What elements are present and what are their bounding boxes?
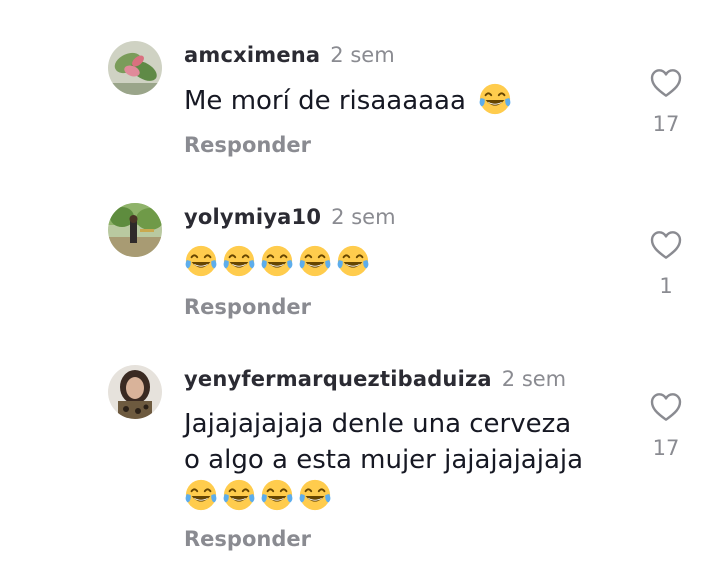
comment-text: Me morí de risaaaaaa [184,82,634,119]
avatar[interactable] [108,41,162,95]
face-with-tears-of-joy-icon [260,244,294,278]
comment-text-content: Me morí de risaaaaaa [184,86,466,116]
face-with-tears-of-joy-icon [336,244,370,278]
comment-text [184,244,634,281]
avatar[interactable] [108,365,162,419]
timestamp: 2 sem [331,205,396,229]
face-with-tears-of-joy-icon [184,478,218,512]
face-with-tears-of-joy-icon [222,478,256,512]
like-control: 17 [640,68,692,136]
like-count: 17 [652,436,680,460]
heart-outline-icon[interactable] [650,230,682,260]
like-count: 1 [659,274,673,298]
avatar[interactable] [108,203,162,257]
face-with-tears-of-joy-icon [260,478,294,512]
username[interactable]: amcximena [184,43,320,67]
like-count: 17 [652,112,680,136]
emoji-row [184,478,634,515]
face-with-tears-of-joy-icon [298,478,332,512]
comment-text-line: Jajajajajaja denle una cerveza [184,409,572,439]
username[interactable]: yenyfermarqueztibaduiza [184,367,492,391]
timestamp: 2 sem [330,43,395,67]
heart-outline-icon[interactable] [650,392,682,422]
face-with-tears-of-joy-icon [478,82,512,116]
comment-text: Jajajajajaja denle una cerveza o algo a … [184,406,634,515]
username[interactable]: yolymiya10 [184,205,321,229]
face-with-tears-of-joy-icon [298,244,332,278]
comment-text-line: o algo a esta mujer jajajajajaja [184,445,584,475]
timestamp: 2 sem [501,367,567,391]
like-control: 17 [640,392,692,460]
reply-button[interactable]: Responder [184,133,311,157]
like-control: 1 [640,230,692,298]
heart-outline-icon[interactable] [650,68,682,98]
face-with-tears-of-joy-icon [222,244,256,278]
reply-button[interactable]: Responder [184,527,311,551]
reply-button[interactable]: Responder [184,295,311,319]
face-with-tears-of-joy-icon [184,244,218,278]
